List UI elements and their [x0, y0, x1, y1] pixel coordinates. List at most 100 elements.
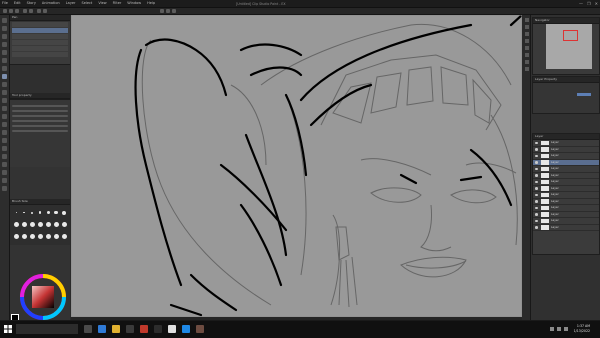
- undo-icon[interactable]: [23, 9, 27, 13]
- taskbar-clock[interactable]: 1:37 AM 1/13/2022: [574, 324, 590, 333]
- correct-line-icon[interactable]: [2, 186, 7, 191]
- open-file-icon[interactable]: [9, 9, 13, 13]
- menu-edit[interactable]: Edit: [14, 1, 21, 5]
- layer-row[interactable]: Layer: [533, 225, 599, 231]
- eye-icon[interactable]: [535, 141, 538, 144]
- language-icon[interactable]: [564, 327, 568, 331]
- eye-icon[interactable]: [535, 206, 538, 209]
- panel-toggle-icon[interactable]: [524, 18, 529, 22]
- taskbar-search-box[interactable]: [16, 324, 78, 334]
- size-preset[interactable]: [13, 234, 19, 240]
- panel-toggle-icon[interactable]: [524, 32, 529, 36]
- stabilization-slider[interactable]: [12, 120, 68, 122]
- text-tool-icon[interactable]: [2, 170, 7, 175]
- panel-toggle-icon[interactable]: [524, 67, 529, 71]
- eye-icon[interactable]: [535, 200, 538, 203]
- size-preset[interactable]: [45, 234, 51, 240]
- brush-tool-icon[interactable]: [2, 90, 7, 95]
- eye-icon[interactable]: [535, 148, 538, 151]
- selection-tool-icon[interactable]: [2, 50, 7, 55]
- menu-animation[interactable]: Animation: [42, 1, 60, 5]
- size-preset[interactable]: [31, 211, 33, 214]
- eye-icon[interactable]: [535, 193, 538, 196]
- decoration-icon[interactable]: [2, 106, 7, 111]
- size-preset[interactable]: [54, 210, 58, 215]
- pencil-tool-icon[interactable]: [2, 82, 7, 87]
- app-icon[interactable]: [196, 325, 204, 333]
- brush-size-slider[interactable]: [12, 105, 68, 107]
- size-preset[interactable]: [45, 221, 51, 227]
- layer-color-button[interactable]: [577, 93, 591, 96]
- redo-icon[interactable]: [29, 9, 33, 13]
- eraser-icon[interactable]: [2, 114, 7, 119]
- subtool-item[interactable]: [12, 22, 68, 27]
- panel-toggle-icon[interactable]: [524, 39, 529, 43]
- ruler-icon[interactable]: [2, 162, 7, 167]
- file-explorer-icon[interactable]: [112, 325, 120, 333]
- maximize-button[interactable]: ❐: [587, 1, 591, 6]
- size-preset[interactable]: [46, 211, 50, 215]
- save-icon[interactable]: [15, 9, 19, 13]
- menu-story[interactable]: Story: [27, 1, 36, 5]
- move-tool-icon[interactable]: [2, 26, 7, 31]
- zoom-tool-icon[interactable]: [2, 18, 7, 23]
- size-preset[interactable]: [61, 234, 67, 240]
- clear-icon[interactable]: [37, 9, 41, 13]
- menu-select[interactable]: Select: [82, 1, 93, 5]
- network-icon[interactable]: [550, 327, 554, 331]
- size-preset[interactable]: [38, 211, 42, 214]
- transform-icon[interactable]: [43, 9, 47, 13]
- panel-toggle-icon[interactable]: [524, 53, 529, 57]
- menu-view[interactable]: View: [98, 1, 106, 5]
- property-option[interactable]: [12, 130, 68, 132]
- snap-grid-icon[interactable]: [166, 9, 170, 13]
- size-preset[interactable]: [21, 221, 27, 227]
- subtool-item[interactable]: [12, 46, 68, 51]
- balloon-icon[interactable]: [2, 178, 7, 183]
- eye-icon[interactable]: [535, 154, 538, 157]
- frame-icon[interactable]: [2, 154, 7, 159]
- menu-help[interactable]: Help: [147, 1, 155, 5]
- size-preset[interactable]: [53, 221, 59, 227]
- subtool-item[interactable]: [12, 34, 68, 39]
- eye-icon[interactable]: [535, 161, 538, 164]
- size-preset[interactable]: [21, 234, 27, 240]
- operation-tool-icon[interactable]: [2, 34, 7, 39]
- panel-toggle-icon[interactable]: [524, 46, 529, 50]
- eye-icon[interactable]: [535, 226, 538, 229]
- menu-window[interactable]: Window: [127, 1, 141, 5]
- close-button[interactable]: ✕: [595, 1, 598, 6]
- eye-icon[interactable]: [535, 180, 538, 183]
- volume-icon[interactable]: [557, 327, 561, 331]
- snap-special-icon[interactable]: [172, 9, 176, 13]
- figure-icon[interactable]: [2, 146, 7, 151]
- eye-icon[interactable]: [535, 187, 538, 190]
- eye-icon[interactable]: [535, 213, 538, 216]
- size-preset[interactable]: [29, 221, 35, 227]
- color-wheel[interactable]: [18, 272, 68, 322]
- size-preset[interactable]: [37, 234, 43, 240]
- blend-icon[interactable]: [2, 122, 7, 127]
- eye-icon[interactable]: [535, 174, 538, 177]
- new-file-icon[interactable]: [3, 9, 7, 13]
- panel-toggle-icon[interactable]: [524, 60, 529, 64]
- clip-studio-icon[interactable]: [168, 325, 176, 333]
- size-preset[interactable]: [15, 212, 17, 214]
- drawing-canvas[interactable]: [71, 15, 522, 317]
- pen-tool-icon[interactable]: [2, 74, 7, 79]
- navigator-viewport[interactable]: [563, 30, 578, 41]
- size-preset[interactable]: [61, 221, 67, 227]
- app-icon[interactable]: [182, 325, 190, 333]
- app-icon[interactable]: [154, 325, 162, 333]
- subtool-item[interactable]: [12, 28, 68, 33]
- menu-filter[interactable]: Filter: [113, 1, 122, 5]
- size-preset[interactable]: [37, 221, 43, 227]
- layer-move-icon[interactable]: [2, 42, 7, 47]
- airbrush-icon[interactable]: [2, 98, 7, 103]
- edge-browser-icon[interactable]: [98, 325, 106, 333]
- store-icon[interactable]: [126, 325, 134, 333]
- size-preset[interactable]: [62, 210, 66, 215]
- size-preset[interactable]: [13, 221, 19, 227]
- minimize-button[interactable]: —: [579, 1, 583, 6]
- menu-file[interactable]: File: [2, 1, 8, 5]
